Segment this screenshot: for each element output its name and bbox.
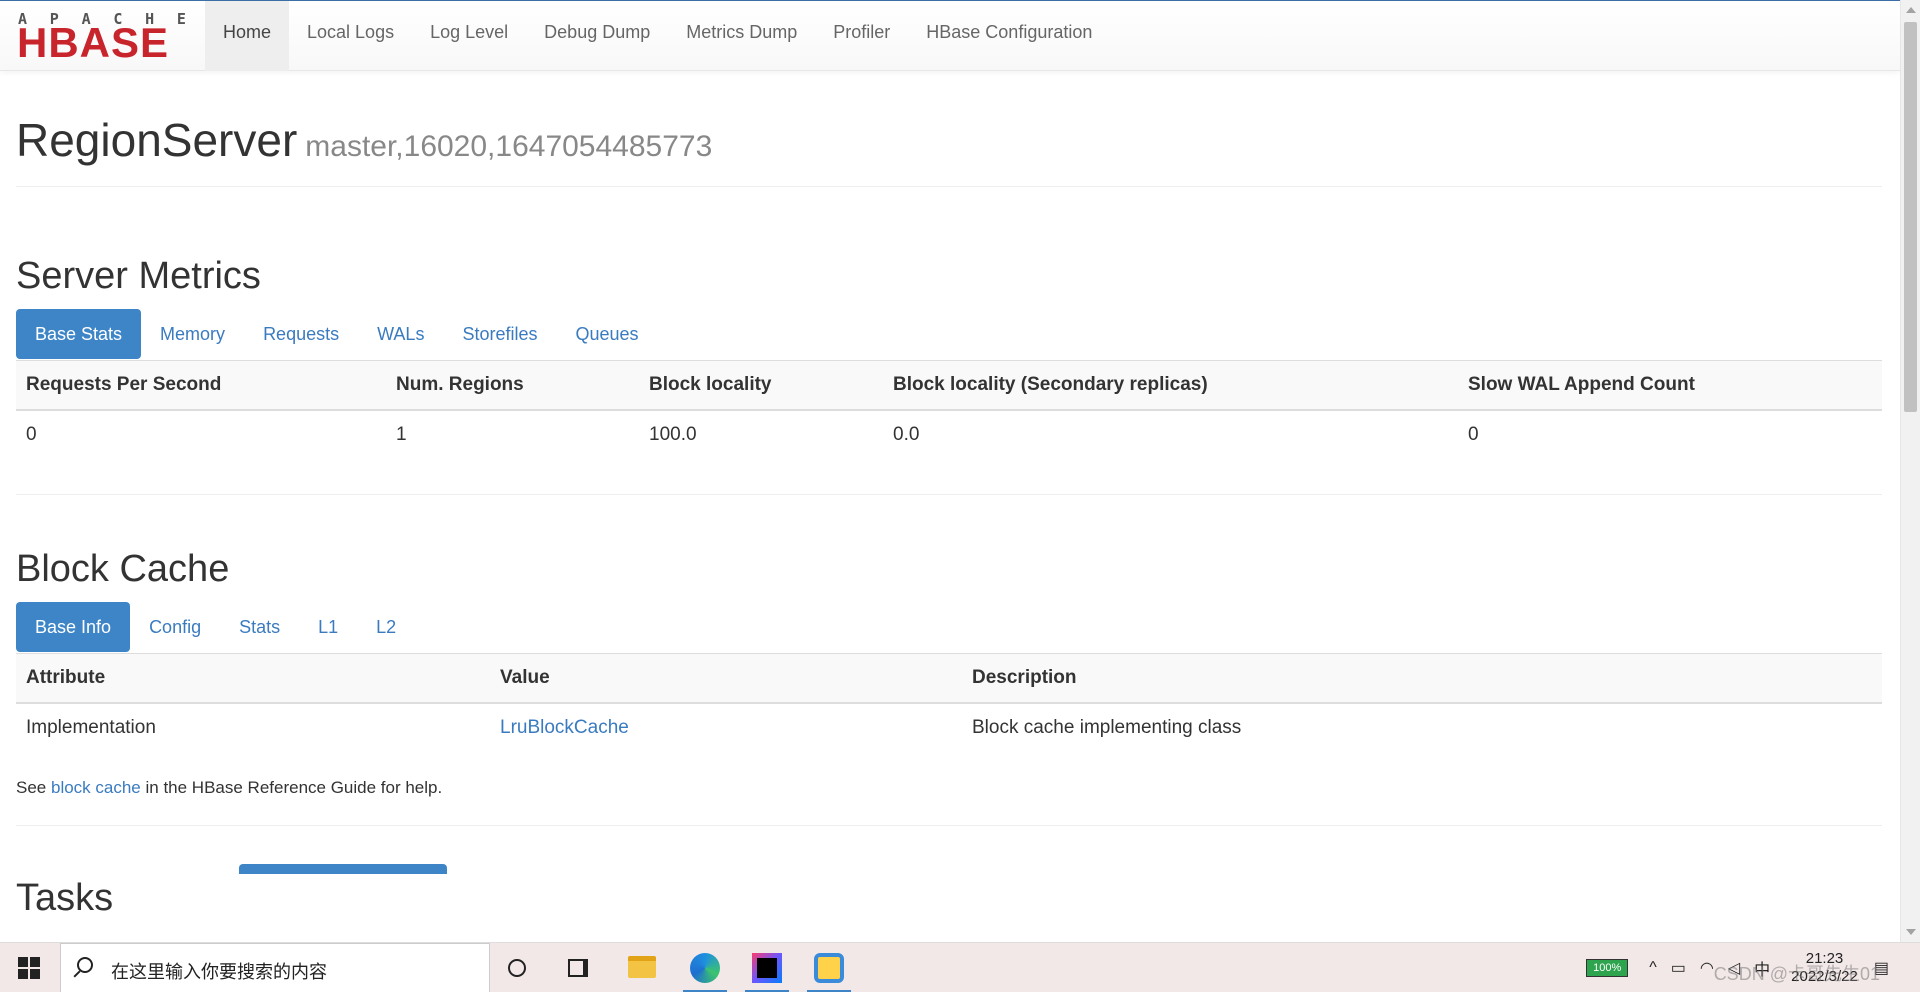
cortana-icon[interactable] <box>508 959 526 977</box>
table-header-row: Attribute Value Description <box>16 653 1882 704</box>
nav-metrics-dump[interactable]: Metrics Dump <box>668 1 815 71</box>
block-cache-help-text: See block cache in the HBase Reference G… <box>16 778 442 798</box>
tab-l2[interactable]: L2 <box>357 602 415 652</box>
hbase-logo[interactable]: APACHE HBASE <box>17 10 188 64</box>
server-name: master,16020,1647054485773 <box>305 130 713 163</box>
vmware-icon[interactable] <box>814 953 844 983</box>
page-title-text: RegionServer <box>16 114 298 166</box>
block-cache-heading: Block Cache <box>16 548 230 590</box>
lru-block-cache-link[interactable]: LruBlockCache <box>500 717 629 738</box>
tab-storefiles[interactable]: Storefiles <box>443 309 556 359</box>
block-locality-secondary-value: 0.0 <box>893 423 920 445</box>
battery-icon[interactable]: 100% <box>1586 959 1629 977</box>
chevron-up-icon[interactable]: ^ <box>1649 959 1657 977</box>
column-header: Value <box>490 653 962 704</box>
column-header: Description <box>962 653 1882 704</box>
tab-base-stats[interactable]: Base Stats <box>16 309 142 359</box>
csdn-watermark: CSDN @卡哥先生01 <box>1713 964 1880 984</box>
nav-home[interactable]: Home <box>205 1 290 71</box>
taskbar-search-placeholder: 在这里输入你要搜索的内容 <box>111 962 327 982</box>
nav-local-logs[interactable]: Local Logs <box>289 1 412 71</box>
logo-hbase-text: HBASE <box>17 19 170 66</box>
tab-memory[interactable]: Memory <box>141 309 244 359</box>
value-cell: LruBlockCache <box>490 703 962 752</box>
tab-queues[interactable]: Queues <box>557 309 658 359</box>
section-divider <box>16 825 1882 826</box>
table-row: 0 1 100.0 0.0 0 <box>16 410 1882 459</box>
tab-stats[interactable]: Stats <box>220 602 299 652</box>
attribute-cell: Implementation <box>26 716 156 738</box>
edge-browser-icon[interactable] <box>690 953 720 983</box>
nav-debug-dump[interactable]: Debug Dump <box>526 1 668 71</box>
section-divider <box>16 494 1882 495</box>
column-header: Block locality <box>639 360 883 411</box>
page-scrollbar[interactable] <box>1900 0 1920 942</box>
intellij-idea-icon[interactable] <box>752 953 782 983</box>
column-header: Num. Regions <box>386 360 639 411</box>
column-header: Attribute <box>16 653 490 704</box>
block-cache-tabs: Base Info Config Stats L1 L2 <box>16 602 415 652</box>
block-cache-table: Attribute Value Description Implementati… <box>16 653 1882 752</box>
top-navbar: APACHE HBASE Home Local Logs Log Level D… <box>0 0 1900 71</box>
wifi-icon[interactable]: ◠ <box>1700 958 1714 978</box>
tasks-tab-button[interactable] <box>239 864 447 874</box>
table-header-row: Requests Per Second Num. Regions Block l… <box>16 360 1882 411</box>
tab-requests[interactable]: Requests <box>244 309 358 359</box>
tab-l1[interactable]: L1 <box>299 602 357 652</box>
nav-profiler[interactable]: Profiler <box>815 1 908 71</box>
taskbar-search-box[interactable]: 在这里输入你要搜索的内容 <box>60 943 490 992</box>
main-content: RegionServer master,16020,1647054485773 S… <box>16 71 1882 919</box>
description-cell: Block cache implementing class <box>972 716 1242 738</box>
scroll-up-arrow-icon[interactable] <box>1906 7 1916 13</box>
tasks-heading: Tasks <box>16 877 114 919</box>
help-prefix: See <box>16 778 51 797</box>
page-title: RegionServer master,16020,1647054485773 <box>16 113 712 167</box>
windows-taskbar: 在这里输入你要搜索的内容 100% ^ ▭ ◠ ◁ 中 21:23 2022/3… <box>0 942 1920 992</box>
scrollbar-thumb[interactable] <box>1904 22 1917 412</box>
windows-start-icon[interactable] <box>18 957 40 979</box>
column-header: Slow WAL Append Count <box>1458 360 1882 411</box>
num-regions-value: 1 <box>396 423 407 445</box>
block-cache-guide-link[interactable]: block cache <box>51 778 141 797</box>
tab-wals[interactable]: WALs <box>358 309 443 359</box>
table-row: Implementation LruBlockCache Block cache… <box>16 703 1882 752</box>
base-stats-table: Requests Per Second Num. Regions Block l… <box>16 360 1882 459</box>
column-header: Block locality (Secondary replicas) <box>883 360 1458 411</box>
nav-log-level[interactable]: Log Level <box>412 1 526 71</box>
help-suffix: in the HBase Reference Guide for help. <box>140 778 443 797</box>
server-metrics-heading: Server Metrics <box>16 255 261 297</box>
page-header: RegionServer master,16020,1647054485773 <box>16 71 1882 187</box>
network-icon[interactable]: ▭ <box>1671 958 1686 978</box>
scroll-down-arrow-icon[interactable] <box>1906 929 1916 935</box>
nav-menu: Home Local Logs Log Level Debug Dump Met… <box>205 1 1110 71</box>
file-explorer-icon[interactable] <box>628 956 656 978</box>
tab-config[interactable]: Config <box>130 602 220 652</box>
block-locality-value: 100.0 <box>649 423 697 445</box>
nav-hbase-configuration[interactable]: HBase Configuration <box>908 1 1110 71</box>
task-view-icon[interactable] <box>568 959 588 977</box>
tab-base-info[interactable]: Base Info <box>16 602 131 652</box>
column-header: Requests Per Second <box>16 360 386 411</box>
search-icon <box>77 957 93 973</box>
slow-wal-append-count-value: 0 <box>1468 423 1479 445</box>
requests-per-second-value: 0 <box>26 423 37 445</box>
server-metrics-tabs: Base Stats Memory Requests WALs Storefil… <box>16 309 658 359</box>
